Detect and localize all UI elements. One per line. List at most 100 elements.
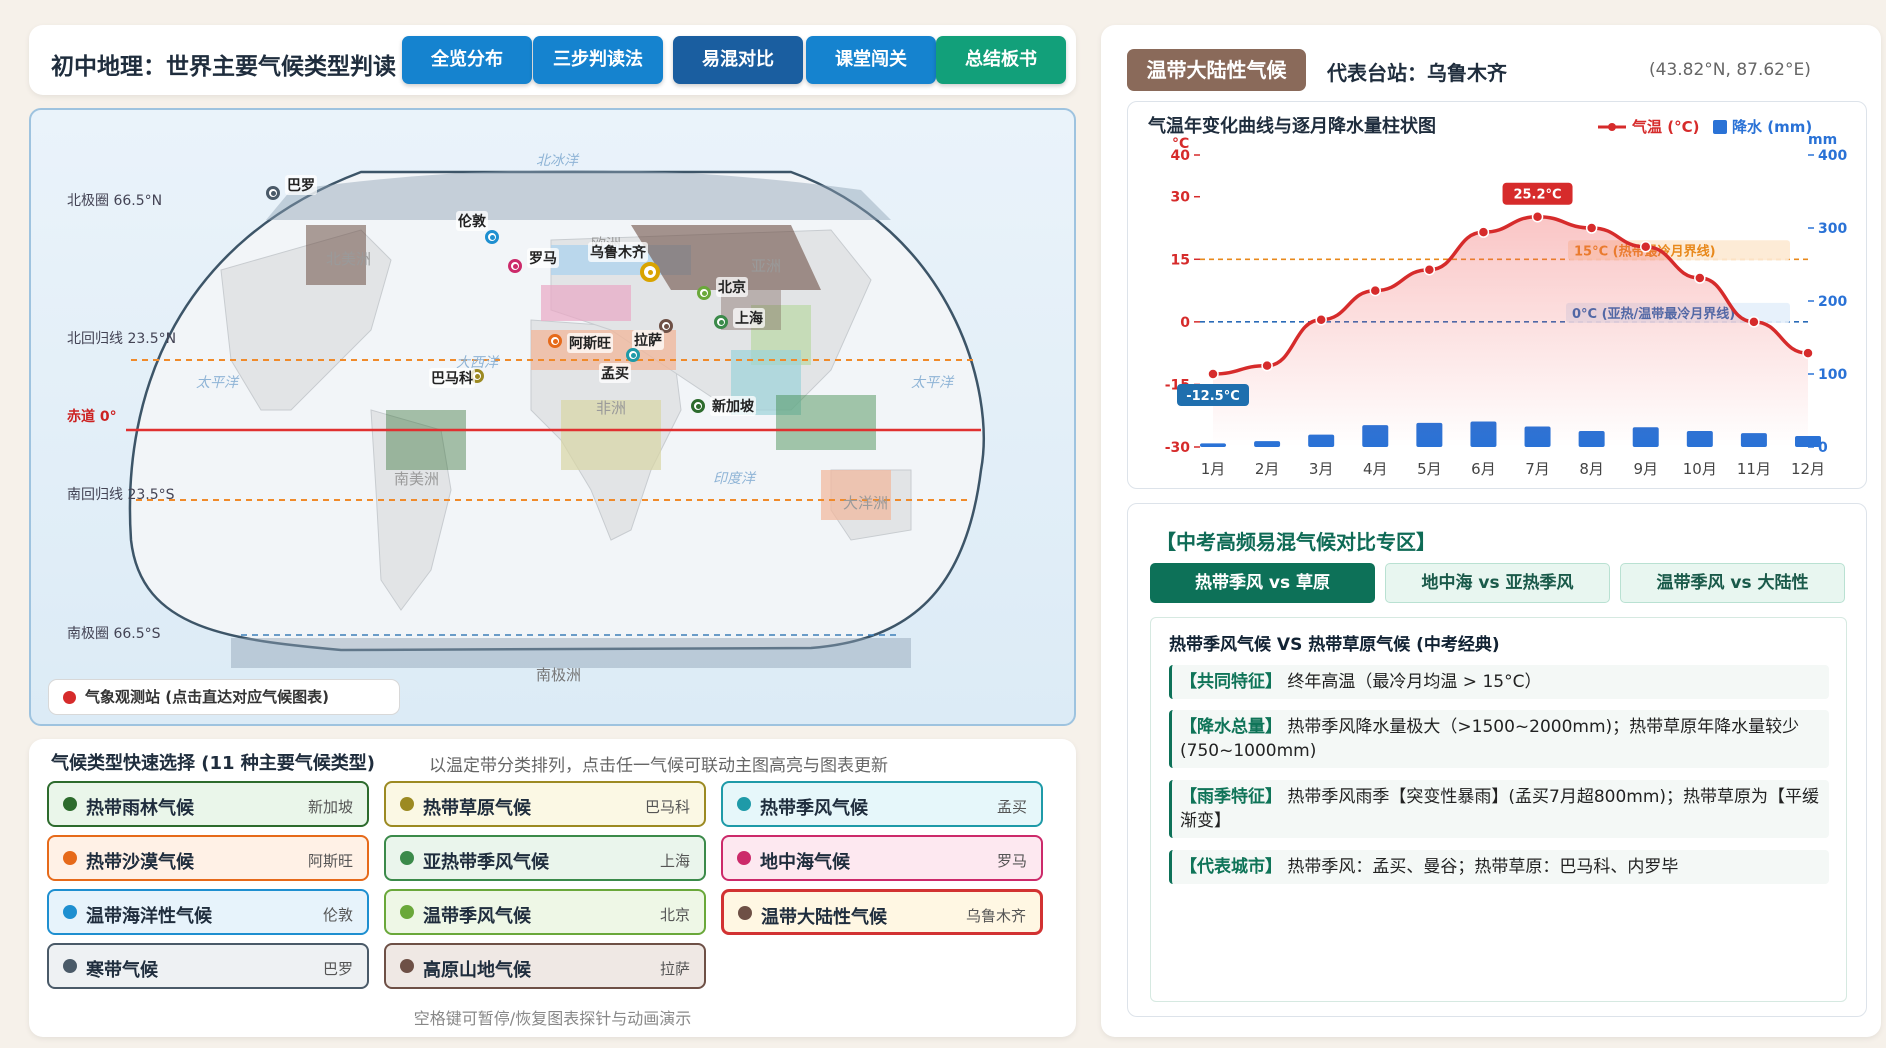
region-label: 非洲 bbox=[596, 399, 627, 417]
zone-mediterranean[interactable] bbox=[541, 285, 631, 321]
min-temp-label: -12.5°C bbox=[1186, 389, 1240, 404]
climate-dot-icon bbox=[400, 959, 414, 973]
climate-option-name: 高原山地气候 bbox=[423, 960, 531, 981]
climate-dot-icon bbox=[738, 906, 752, 920]
tab-temperate-vs-continental[interactable]: 温带季风 vs 大陆性 bbox=[1620, 563, 1845, 603]
region-label: 太平洋 bbox=[196, 375, 238, 391]
station-label[interactable]: 伦敦 bbox=[456, 211, 488, 231]
station-dot-icon bbox=[552, 338, 558, 344]
station-marker[interactable] bbox=[691, 399, 705, 413]
climate-chart[interactable]: 气温年变化曲线与逐月降水量柱状图 气温 (°C) 降水 (mm) °C mm 40 30 1… bbox=[1127, 101, 1867, 489]
legend-temp-label: 气温 (°C) bbox=[1631, 118, 1699, 136]
compare-panel: 【中考高频易混气候对比专区】 热带季风 vs 草原 地中海 vs 亚热季风 温带… bbox=[1127, 503, 1867, 1017]
x-tick-label: 9月 bbox=[1633, 460, 1658, 478]
station-label[interactable]: 巴马科 bbox=[429, 368, 475, 388]
climate-option[interactable]: 亚热带季风气候 上海 bbox=[384, 835, 706, 881]
world-map[interactable]: 北极圈 66.5°N 北回归线 23.5°N 赤道 0° 南回归线 23.5°S… bbox=[29, 108, 1076, 726]
map-legend: 气象观测站 (点击直达对应气候图表) bbox=[48, 679, 400, 715]
max-temp-label: 25.2°C bbox=[1513, 188, 1561, 203]
region-label: 太平洋 bbox=[911, 375, 953, 391]
climate-dot-icon bbox=[63, 905, 77, 919]
station-marker[interactable] bbox=[485, 230, 499, 244]
temp-point[interactable] bbox=[1477, 226, 1490, 238]
station-legend-icon bbox=[63, 691, 76, 704]
tab-monsoon-vs-savanna[interactable]: 热带季风 vs 草原 bbox=[1150, 563, 1375, 603]
station-dot-icon bbox=[701, 290, 707, 296]
station-label[interactable]: 北京 bbox=[716, 277, 748, 297]
temp-point[interactable] bbox=[1802, 347, 1814, 359]
climate-dot-icon bbox=[400, 905, 414, 919]
temp-point[interactable] bbox=[1531, 210, 1544, 223]
climate-option[interactable]: 温带大陆性气候 乌鲁木齐 bbox=[721, 889, 1043, 935]
climate-option[interactable]: 寒带气候 巴罗 bbox=[47, 943, 369, 989]
temp-point[interactable] bbox=[1315, 314, 1327, 326]
station-marker[interactable] bbox=[697, 286, 711, 300]
station-label[interactable]: 拉萨 bbox=[632, 330, 664, 350]
x-tick-label: 8月 bbox=[1579, 460, 1604, 478]
world-map-svg bbox=[126, 170, 985, 668]
compare-row-season: 【雨季特征】 热带季风雨季【突变性暴雨】(孟买7月超800mm)；热带草原为【平… bbox=[1169, 780, 1829, 838]
temp-point[interactable] bbox=[1369, 284, 1382, 297]
climate-option-name: 温带季风气候 bbox=[423, 906, 531, 927]
selector-subtitle: 以温定带分类排列，点击任一气候可联动主图高亮与图表更新 bbox=[429, 756, 888, 776]
climate-option[interactable]: 高原山地气候 拉萨 bbox=[384, 943, 706, 989]
climate-option[interactable]: 热带雨林气候 新加坡 bbox=[47, 781, 369, 827]
y-right-tick: 300 bbox=[1818, 221, 1847, 237]
station-label[interactable]: 乌鲁木齐 bbox=[588, 242, 648, 262]
climate-option[interactable]: 热带季风气候 孟买 bbox=[721, 781, 1043, 827]
nav-summary-button[interactable]: 总结板书 bbox=[936, 36, 1066, 84]
temp-point[interactable] bbox=[1207, 368, 1219, 380]
station-marker[interactable] bbox=[626, 348, 640, 362]
climate-selector-panel: 气候类型快速选择 (11 种主要气候类型) 以温定带分类排列，点击任一气候可联动… bbox=[29, 739, 1076, 1037]
climate-option[interactable]: 热带草原气候 巴马科 bbox=[384, 781, 706, 827]
region-label: 印度洋 bbox=[713, 471, 755, 487]
climate-option[interactable]: 地中海气候 罗马 bbox=[721, 835, 1043, 881]
station-marker[interactable] bbox=[640, 262, 660, 282]
climate-dot-icon bbox=[737, 797, 751, 811]
tab-med-vs-subtropical[interactable]: 地中海 vs 亚热季风 bbox=[1385, 563, 1610, 603]
climate-option[interactable]: 热带沙漠气候 阿斯旺 bbox=[47, 835, 369, 881]
row-value: 热带季风：孟买、曼谷；热带草原：巴马科、内罗毕 bbox=[1287, 857, 1679, 877]
map-legend-text: 气象观测站 (点击直达对应气候图表) bbox=[85, 688, 329, 706]
x-tick-label: 11月 bbox=[1737, 460, 1771, 478]
station-marker[interactable] bbox=[714, 315, 728, 329]
temp-point[interactable] bbox=[1748, 316, 1760, 328]
station-marker[interactable] bbox=[548, 334, 562, 348]
nav-quiz-button[interactable]: 课堂闯关 bbox=[806, 36, 936, 84]
station-label[interactable]: 新加坡 bbox=[710, 396, 756, 416]
y-right-unit: mm bbox=[1808, 132, 1837, 148]
climate-option[interactable]: 温带季风气候 北京 bbox=[384, 889, 706, 935]
climate-option-name: 热带雨林气候 bbox=[86, 798, 194, 819]
nav-three-step-button[interactable]: 三步判读法 bbox=[533, 36, 663, 84]
station-label[interactable]: 巴罗 bbox=[285, 175, 317, 195]
temp-point[interactable] bbox=[1694, 272, 1706, 284]
x-tick-label: 2月 bbox=[1255, 460, 1280, 478]
nav-overview-button[interactable]: 全览分布 bbox=[402, 36, 532, 84]
y-left-tick: 0 bbox=[1180, 315, 1190, 331]
y-left-tick: 30 bbox=[1171, 190, 1191, 206]
station-label[interactable]: 孟买 bbox=[599, 363, 631, 383]
climate-dot-icon bbox=[63, 851, 77, 865]
y-left-tick: -30 bbox=[1165, 440, 1191, 456]
station-marker[interactable] bbox=[266, 186, 280, 200]
temp-point[interactable] bbox=[1261, 359, 1273, 372]
zone-rainforest-sa[interactable] bbox=[386, 410, 466, 470]
station-dot-icon bbox=[663, 323, 669, 329]
station-label[interactable]: 阿斯旺 bbox=[567, 333, 613, 353]
station-marker[interactable] bbox=[508, 259, 522, 273]
climate-option-city: 上海 bbox=[659, 852, 690, 870]
zone-rainforest-asia[interactable] bbox=[776, 395, 876, 450]
temp-point[interactable] bbox=[1423, 263, 1436, 276]
temp-point[interactable] bbox=[1585, 222, 1598, 234]
climate-option[interactable]: 温带海洋性气候 伦敦 bbox=[47, 889, 369, 935]
nav-compare-button[interactable]: 易混对比 bbox=[673, 36, 803, 84]
x-tick-label: 5月 bbox=[1417, 460, 1442, 478]
temp-point[interactable] bbox=[1639, 241, 1652, 253]
region-label: 大洋洲 bbox=[843, 494, 889, 512]
station-label[interactable]: 罗马 bbox=[527, 248, 559, 268]
region-label: 亚洲 bbox=[751, 257, 782, 275]
compare-row-rainfall: 【降水总量】 热带季风降水量极大（>1500~2000mm)；热带草原年降水量较… bbox=[1169, 710, 1829, 768]
climate-option-name: 热带草原气候 bbox=[423, 798, 531, 819]
climate-option-name: 温带大陆性气候 bbox=[761, 907, 887, 928]
station-label[interactable]: 上海 bbox=[733, 308, 765, 328]
